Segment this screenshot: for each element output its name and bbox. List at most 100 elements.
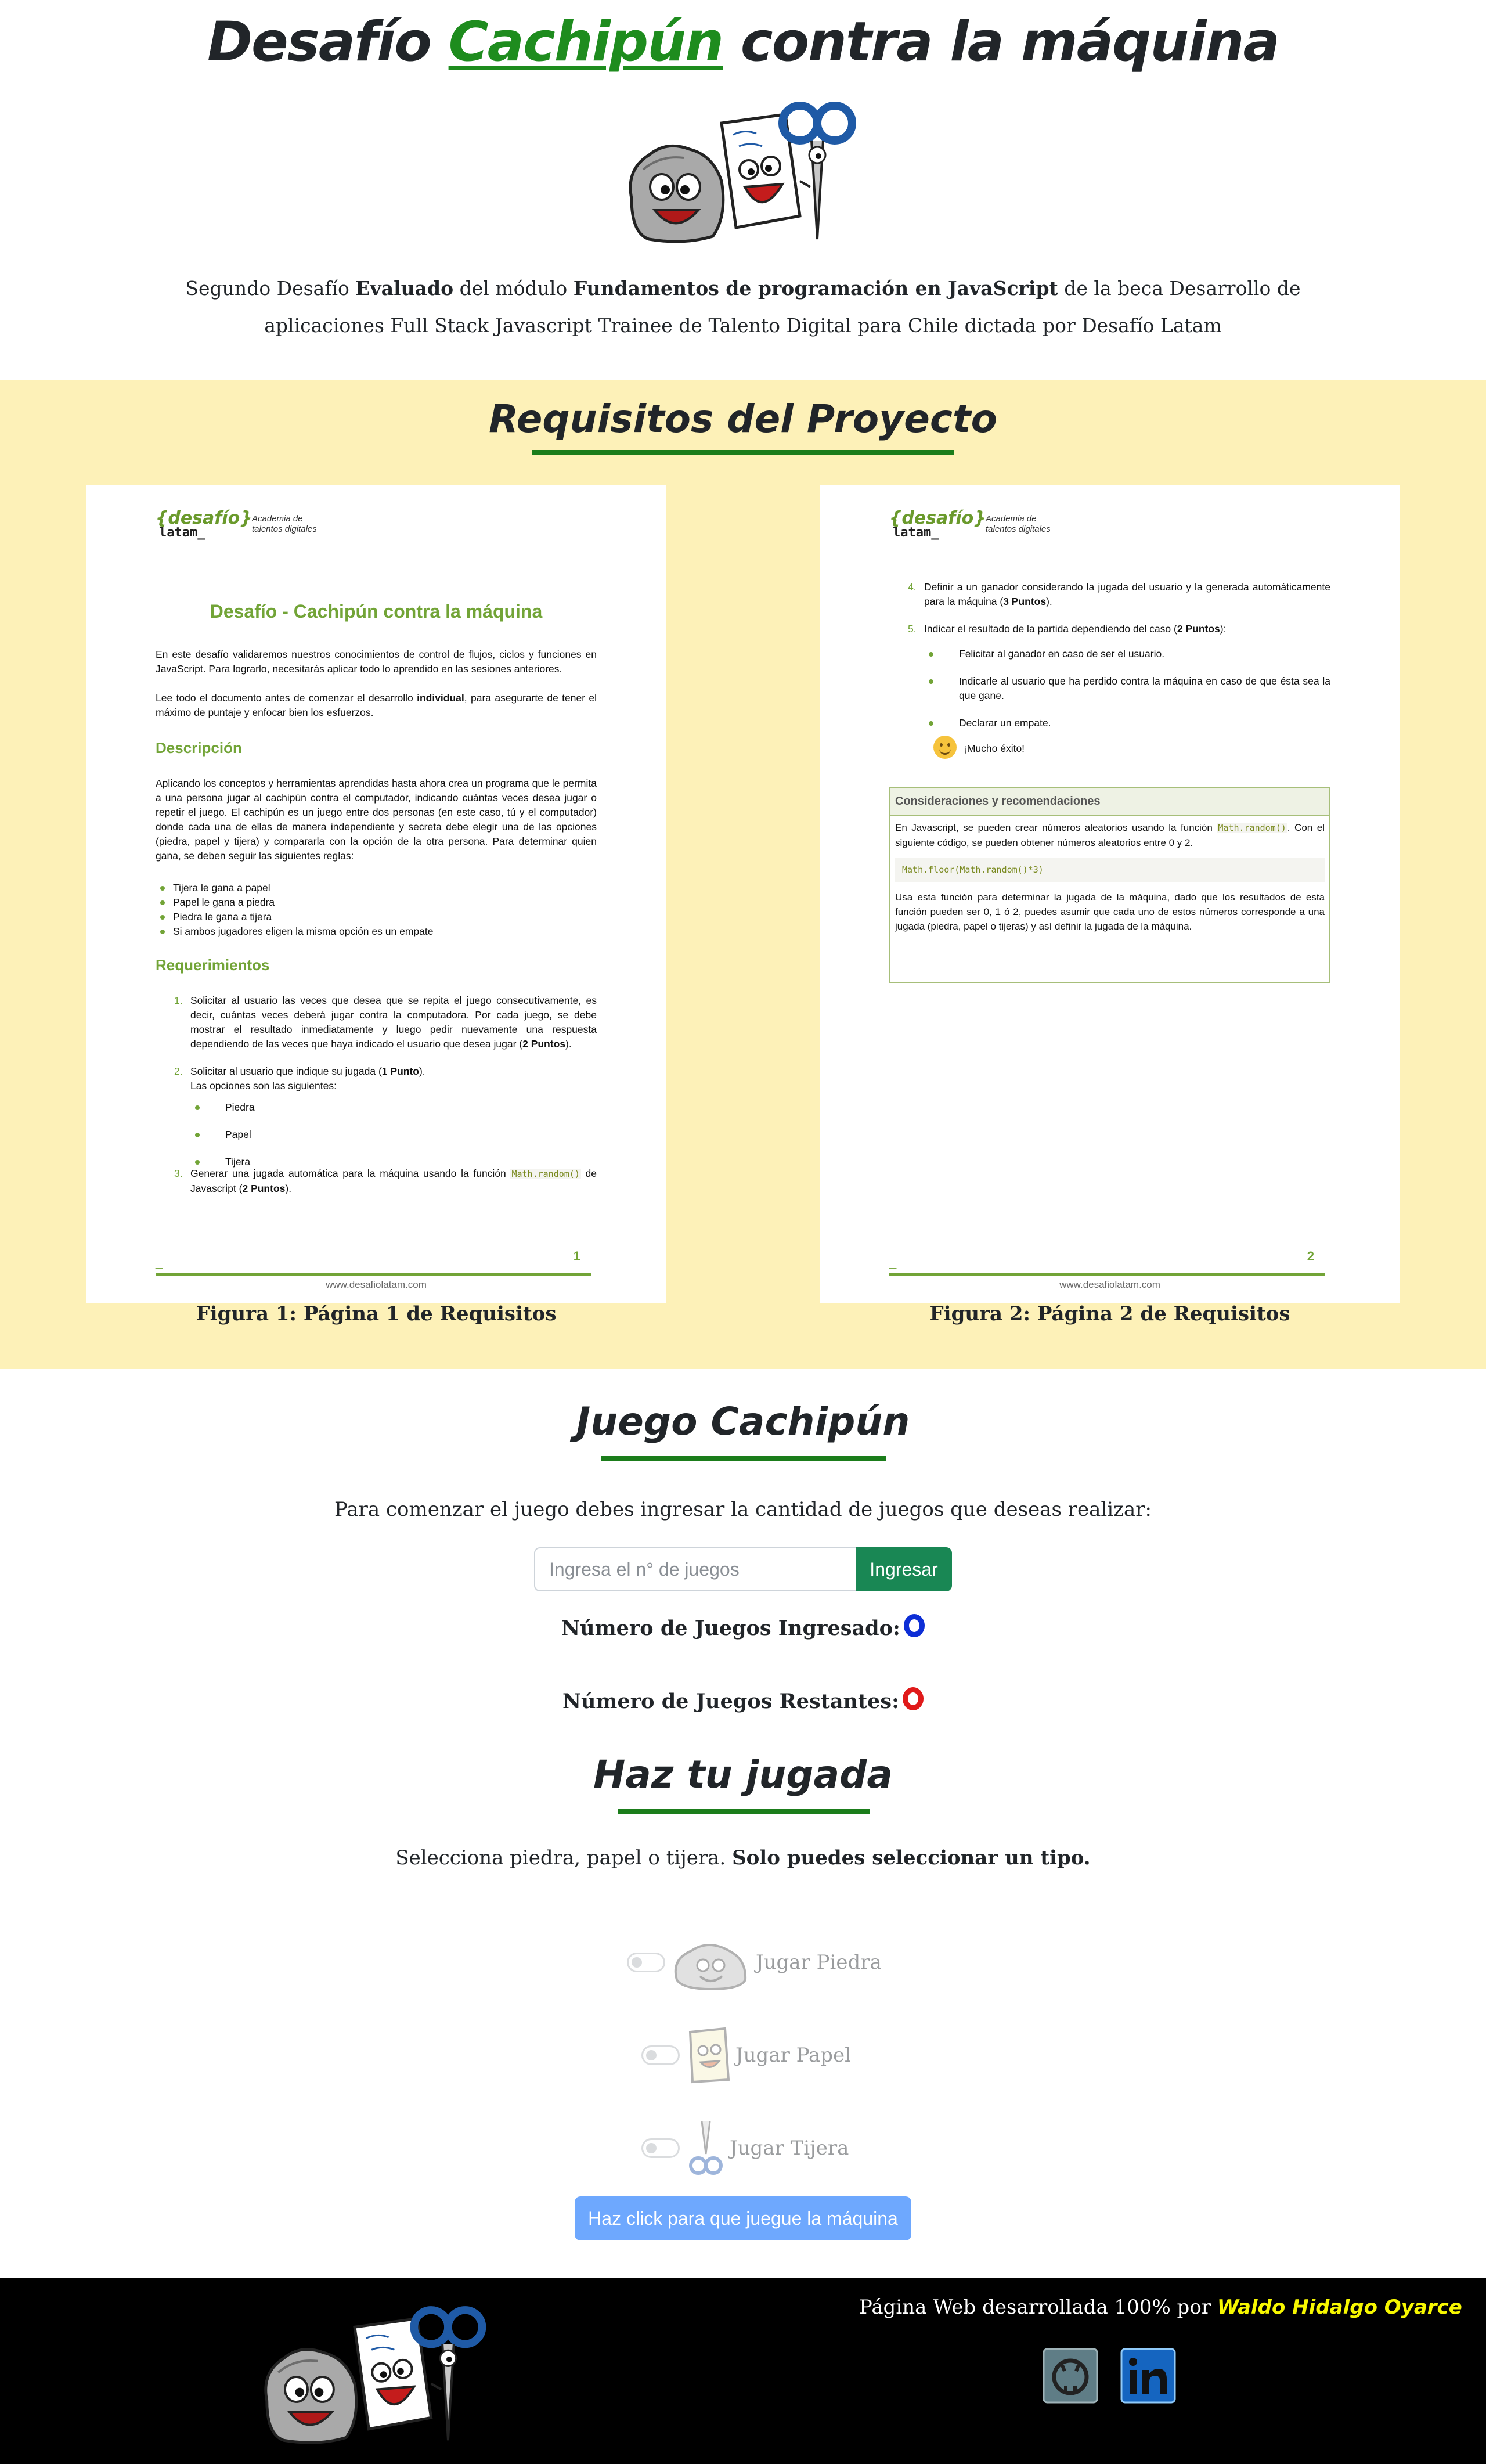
footer: Página Web desarrollada 100% por Waldo H…: [0, 2278, 1486, 2464]
submit-games-button[interactable]: Ingresar: [856, 1547, 952, 1591]
requirements-list: 1. Solicitar al usuario las veces que des…: [156, 993, 597, 1209]
tagline-line: Academia de: [986, 514, 1037, 524]
code-block: Math.floor(Math.random()*3): [895, 858, 1325, 882]
doc-title: Desafío - Cachipún contra la máquina: [210, 601, 543, 622]
title-underline: [601, 1456, 886, 1461]
footer-url: www.desafiolatam.com: [326, 1279, 427, 1290]
rock-label: Jugar Piedra: [756, 1951, 882, 1974]
item-bold: 2 Puntos: [242, 1183, 286, 1194]
play-rock-option[interactable]: Jugar Piedra: [627, 1930, 882, 1994]
logo-tagline: Academia de talentos digitales: [986, 514, 1079, 535]
instruction-bold: Solo puedes seleccionar un tipo.: [732, 1846, 1091, 1869]
github-icon[interactable]: [1043, 2348, 1098, 2404]
page-number: 1: [573, 1249, 580, 1263]
paper-label: Jugar Papel: [735, 2044, 852, 2067]
game-intro-text: Para comenzar el juego debes ingresar la…: [334, 1498, 1152, 1521]
list-item: Piedra: [190, 1100, 255, 1115]
list-item: Tijera le gana a papel: [156, 881, 433, 895]
item-text: ).: [1046, 596, 1052, 607]
list-number: 3.: [174, 1168, 183, 1179]
machine-play-button[interactable]: Haz click para que juegue la máquina: [575, 2196, 911, 2240]
list-item: Si ambos jugadores eligen la misma opció…: [156, 924, 433, 939]
item-bold: 3 Puntos: [1003, 596, 1047, 607]
requirements-list-continued: 4. Definir a un ganador considerando la j…: [889, 580, 1330, 729]
intro-part: del módulo: [453, 277, 574, 300]
doc-paragraph: Lee todo el documento antes de comenzar …: [156, 691, 597, 720]
list-item: 4. Definir a un ganador considerando la j…: [889, 580, 1330, 609]
requirements-title: Requisitos del Proyecto: [489, 397, 997, 441]
tagline-line: Academia de: [252, 514, 303, 524]
inline-code: Math.random(): [1217, 823, 1287, 833]
list-item: Declarar un empate.: [924, 716, 1330, 730]
play-title: Haz tu jugada: [593, 1752, 893, 1797]
item-text: ).: [285, 1183, 292, 1194]
list-item: Papel: [190, 1127, 255, 1142]
list-number: 4.: [908, 581, 917, 593]
footer-dash: _: [889, 1255, 897, 1269]
desafio-latam-logo: {desafío} latam_ Academia de talentos dig…: [156, 508, 341, 541]
paper-icon: [688, 2027, 730, 2084]
inline-code: Math.random(): [510, 1169, 581, 1179]
figure-caption-2: Figura 2: Página 2 de Requisitos: [929, 1302, 1290, 1325]
logo-brand-sub: latam_: [893, 525, 939, 540]
item-text: ):: [1220, 623, 1227, 635]
games-entered-label: Número de Juegos Ingresado:: [561, 1616, 900, 1640]
logo-tagline: Academia de talentos digitales: [252, 514, 345, 535]
doc-heading-requirements: Requerimientos: [156, 956, 270, 974]
scissors-icon: [689, 2121, 723, 2175]
list-item: 1. Solicitar al usuario las veces que des…: [156, 993, 597, 1051]
item-text: Generar una jugada automática para la má…: [190, 1168, 511, 1179]
hero-section: Desafío Cachipún contra la máquina Segun…: [0, 0, 1486, 380]
footer-url: www.desafiolatam.com: [1059, 1279, 1160, 1290]
item-text: ).: [419, 1065, 425, 1077]
item-text: Las opciones son las siguientes:: [190, 1080, 337, 1091]
footer-dash: _: [156, 1255, 163, 1269]
item-text: Definir a un ganador considerando la jug…: [924, 581, 1330, 607]
credit-text: Página Web desarrollada 100% por: [859, 2296, 1217, 2319]
list-item: Piedra le gana a tijera: [156, 910, 433, 924]
considerations-body: En Javascript, se pueden crear números a…: [890, 816, 1329, 938]
para-part: Lee todo el documento antes de comenzar …: [156, 692, 417, 704]
list-number: 2.: [174, 1065, 183, 1077]
box-text: En Javascript, se pueden crear números a…: [895, 822, 1217, 833]
play-paper-option[interactable]: Jugar Papel: [641, 2023, 851, 2087]
logo-brand-sub: latam_: [159, 525, 205, 540]
page-number: 2: [1307, 1249, 1314, 1263]
play-scissors-option[interactable]: Jugar Tijera: [641, 2116, 849, 2180]
game-title: Juego Cachipún: [576, 1399, 910, 1444]
games-count-input[interactable]: [534, 1547, 856, 1591]
footer-credit: Página Web desarrollada 100% por Waldo H…: [859, 2296, 1462, 2319]
linkedin-icon[interactable]: [1120, 2348, 1176, 2404]
games-remaining-indicator: [903, 1687, 924, 1710]
doc-paragraph: En este desafío validaremos nuestros con…: [156, 649, 597, 675]
list-item: Indicarle al usuario que ha perdido cont…: [924, 674, 1330, 703]
title-underline: [618, 1809, 870, 1814]
list-item: 3. Generar una jugada automática para la …: [156, 1166, 597, 1196]
games-form: Ingresar: [534, 1547, 952, 1591]
page-title: Desafío Cachipún contra la máquina: [0, 10, 1486, 74]
title-accent: Cachipún: [448, 10, 724, 74]
mascot-image: [626, 100, 864, 251]
games-entered-display: Número de Juegos Ingresado:: [0, 1614, 1486, 1640]
paper-toggle[interactable]: [641, 2045, 680, 2065]
smile-icon: [933, 736, 957, 759]
title-underline: [532, 450, 954, 455]
tagline-line: talentos digitales: [986, 524, 1051, 534]
title-part: Desafío: [207, 10, 432, 74]
item-text: ).: [565, 1038, 572, 1050]
figure-caption-1: Figura 1: Página 1 de Requisitos: [196, 1302, 557, 1325]
requirements-page-1: {desafío} latam_ Academia de talentos dig…: [86, 485, 666, 1303]
list-number: 1.: [174, 995, 183, 1006]
item-text: Solicitar al usuario que indique su juga…: [190, 1065, 382, 1077]
options-sublist: Piedra Papel Tijera: [190, 1100, 597, 1168]
scissors-toggle[interactable]: [641, 2138, 680, 2158]
good-luck-text: ¡Mucho éxito!: [964, 743, 1025, 754]
para-bold: individual: [417, 692, 464, 704]
rock-toggle[interactable]: [627, 1953, 665, 1972]
intro-bold: Evaluado: [355, 277, 454, 300]
list-item: Papel le gana a piedra: [156, 895, 433, 910]
rock-icon: [674, 1944, 747, 1991]
list-number: 5.: [908, 623, 917, 635]
author-name: Waldo Hidalgo Oyarce: [1217, 2296, 1462, 2319]
box-text: Usa esta función para determinar la juga…: [895, 892, 1325, 932]
